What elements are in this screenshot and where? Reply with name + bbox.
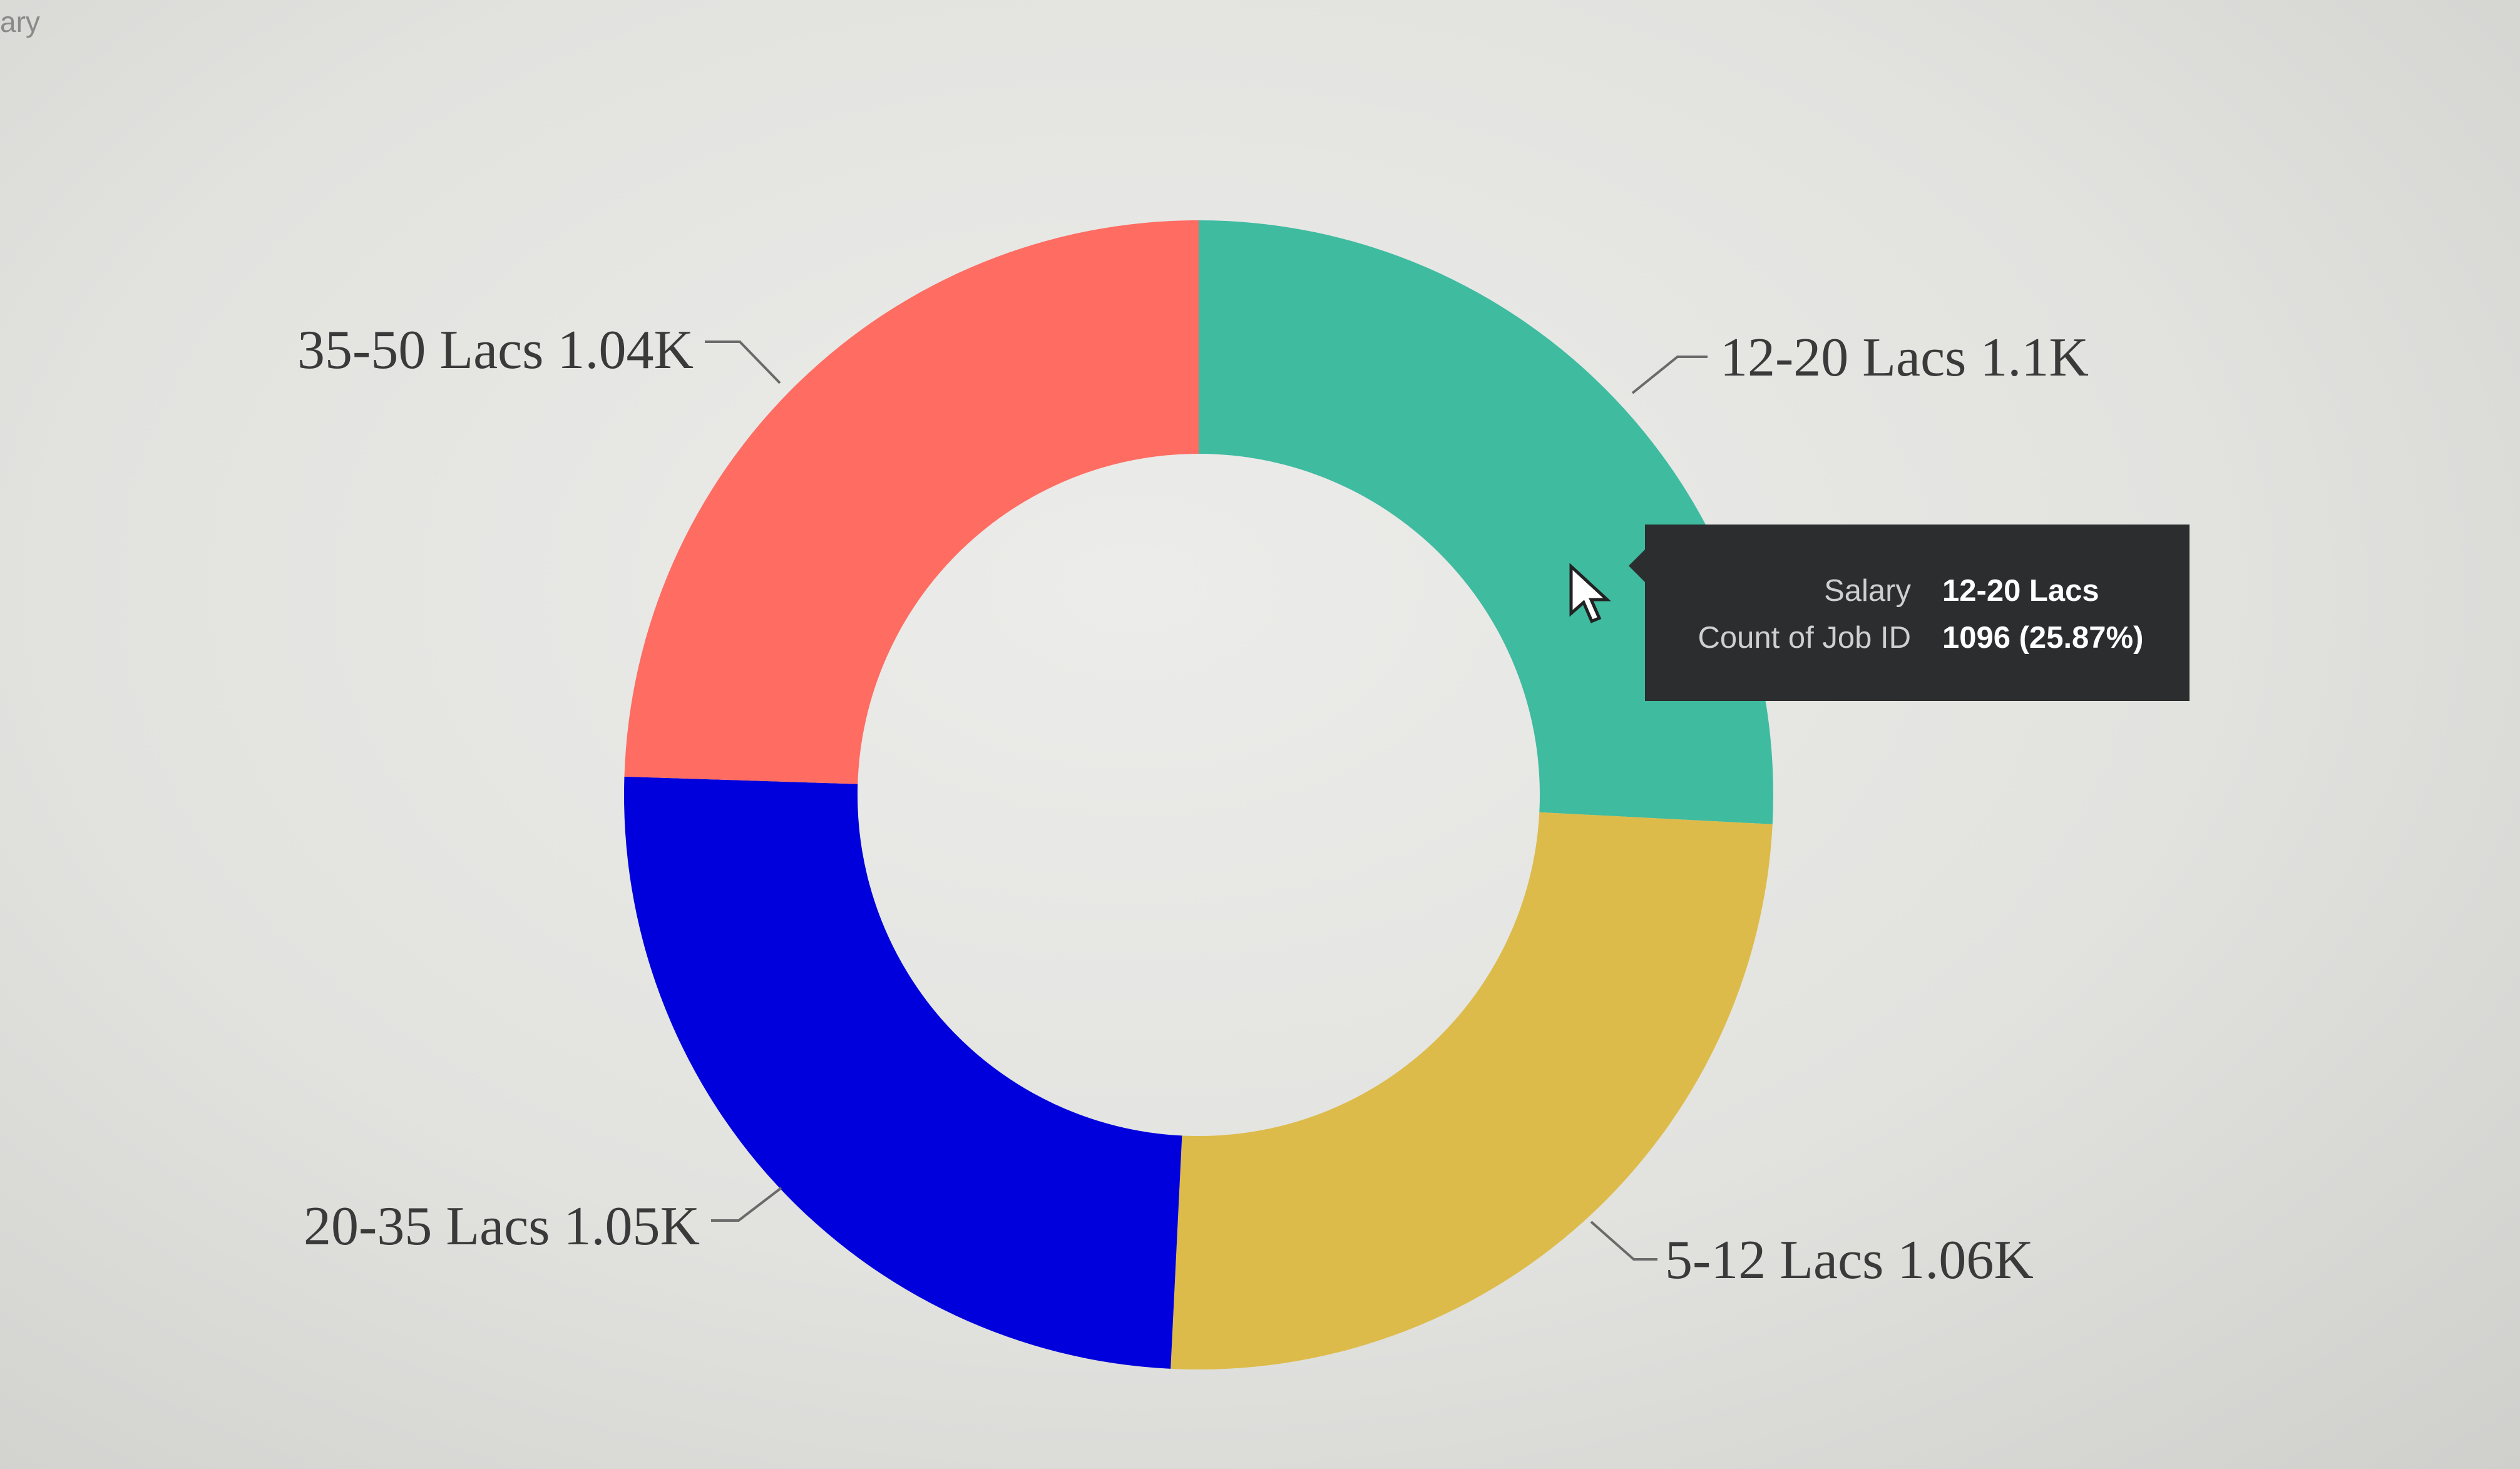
tooltip-value: 12-20 Lacs — [1942, 574, 2099, 608]
chart-tooltip: Salary 12-20 Lacs Count of Job ID 1096 (… — [1629, 525, 2190, 701]
slice-label-12-20-lacs: 12-20 Lacs 1.1K — [1720, 327, 2089, 388]
donut-slices — [624, 220, 1773, 1369]
donut-slice-35-50-lacs[interactable] — [624, 220, 1199, 784]
donut-chart: 12-20 Lacs 1.1K 5-12 Lacs 1.06K 20-35 La… — [297, 220, 2089, 1369]
tooltip-key: Salary — [1824, 574, 1911, 608]
slice-label-35-50-lacs: 35-50 Lacs 1.04K — [297, 320, 694, 381]
tooltip-row-salary: Salary 12-20 Lacs — [1645, 573, 2190, 620]
leader-line-35-50-lacs — [705, 340, 781, 384]
tooltip-key: Count of Job ID — [1698, 621, 1911, 655]
donut-slice-20-35-lacs[interactable] — [624, 776, 1182, 1369]
tooltip-value: 1096 (25.87%) — [1942, 621, 2144, 655]
tooltip-row-count: Count of Job ID 1096 (25.87%) — [1645, 620, 2190, 667]
leader-line-12-20-lacs — [1631, 356, 1708, 394]
leader-line-20-35-lacs — [711, 1187, 782, 1222]
slice-label-20-35-lacs: 20-35 Lacs 1.05K — [304, 1196, 700, 1257]
slice-label-5-12-lacs: 5-12 Lacs 1.06K — [1665, 1230, 2034, 1291]
donut-slice-12-20-lacs[interactable] — [1199, 220, 1773, 824]
leader-line-5-12-lacs — [1590, 1221, 1657, 1261]
mouse-cursor-icon — [1569, 563, 1611, 623]
